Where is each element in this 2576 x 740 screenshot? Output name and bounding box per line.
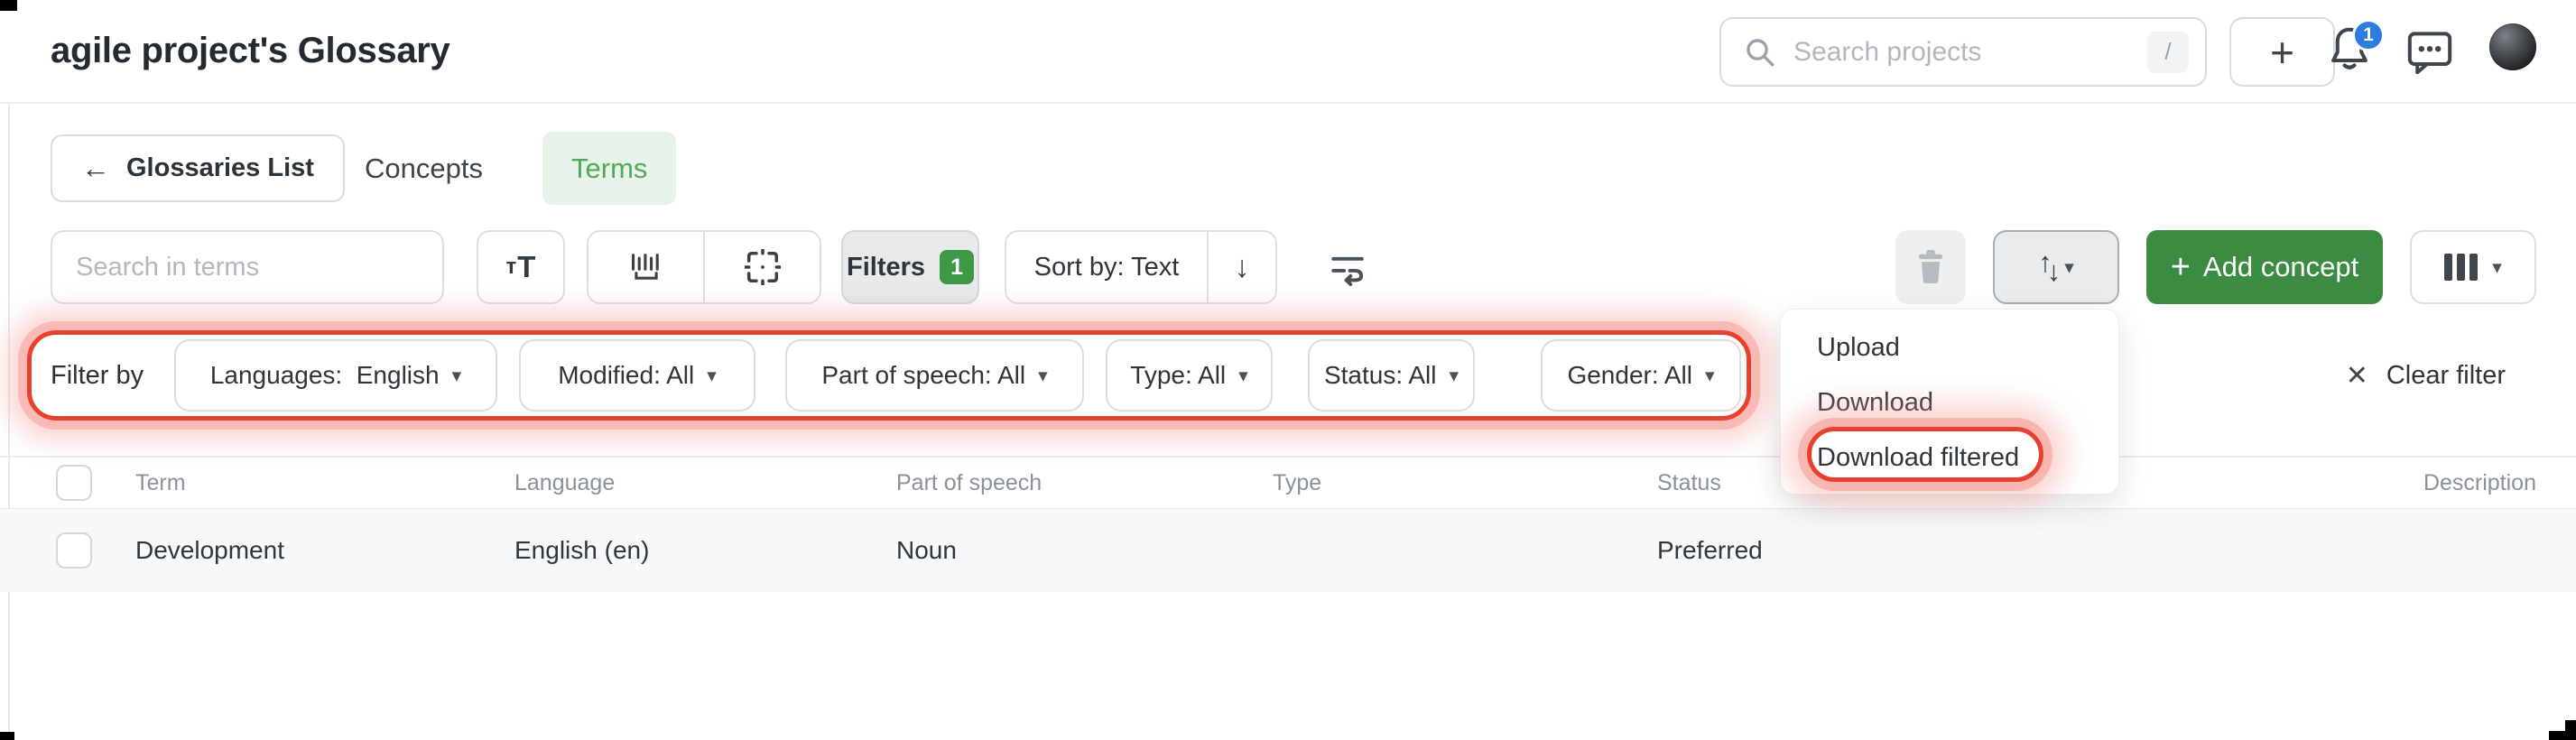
filter-type-value: Type: All xyxy=(1130,361,1227,389)
columns-visibility-button[interactable]: ▾ xyxy=(2410,230,2536,304)
table-row[interactable]: Development English (en) Noun Preferred xyxy=(0,509,2576,592)
notifications-button[interactable]: 1 xyxy=(2327,19,2385,82)
sort-by-button[interactable]: Sort by: Text xyxy=(1006,232,1207,302)
tab-concepts[interactable]: Concepts xyxy=(365,134,483,202)
top-header: agile project's Glossary / + 1 xyxy=(0,0,2576,104)
search-projects-input[interactable] xyxy=(1793,36,2147,68)
page-left-border xyxy=(8,51,10,733)
column-header-language: Language xyxy=(514,469,616,495)
match-case-icon: т xyxy=(505,254,517,279)
plus-icon: + xyxy=(2170,247,2191,286)
filter-part-of-speech-value: Part of speech: All xyxy=(821,361,1026,389)
filter-part-of-speech-dropdown[interactable]: Part of speech: All ▾ xyxy=(785,339,1084,412)
cell-part-of-speech: Noun xyxy=(896,536,957,564)
sort-button-group: Sort by: Text ↓ xyxy=(1005,230,1277,304)
glossaries-list-back-button[interactable]: ← Glossaries List xyxy=(51,134,345,202)
select-all-checkbox[interactable] xyxy=(56,465,92,501)
up-down-arrows-icon: ↑ ↓ xyxy=(2038,246,2061,287)
chevron-down-icon: ▾ xyxy=(1704,365,1715,386)
chevron-down-icon: ▾ xyxy=(2492,256,2502,278)
screenshot-corner-mark xyxy=(0,0,17,11)
upload-download-menu: Upload Download Download filtered xyxy=(1780,309,2119,495)
page-title: agile project's Glossary xyxy=(51,31,450,70)
close-icon: ✕ xyxy=(2345,360,2368,391)
row-checkbox[interactable] xyxy=(56,532,92,569)
add-concept-label: Add concept xyxy=(2202,251,2359,282)
glossary-terms-page: agile project's Glossary / + 1 xyxy=(0,0,2576,740)
match-whole-words-button[interactable] xyxy=(588,232,703,302)
filter-languages-value: Languages: English xyxy=(209,361,440,389)
wrap-text-button[interactable] xyxy=(1311,230,1385,304)
search-mode-button-group xyxy=(587,230,821,304)
columns-icon xyxy=(2444,254,2479,281)
column-header-part-of-speech: Part of speech xyxy=(896,469,1042,495)
feedback-chat-button[interactable] xyxy=(2406,30,2453,75)
user-avatar[interactable] xyxy=(2489,23,2536,70)
search-projects-box[interactable]: / xyxy=(1719,17,2207,87)
notifications-badge: 1 xyxy=(2352,19,2385,51)
menu-item-download[interactable]: Download xyxy=(1781,375,2118,430)
back-arrow-icon: ← xyxy=(81,152,110,184)
sort-arrow-down-icon: ↓ xyxy=(1234,249,1250,284)
wrap-text-icon xyxy=(1331,256,1364,286)
search-in-terms-box[interactable] xyxy=(51,230,444,304)
filters-button-label: Filters xyxy=(846,252,926,282)
filter-modified-value: Modified: All xyxy=(558,361,695,389)
frame-select-icon xyxy=(744,249,781,285)
filters-button[interactable]: Filters 1 xyxy=(841,230,979,304)
trash-icon xyxy=(1918,250,1943,283)
chevron-down-icon: ▾ xyxy=(1238,365,1248,386)
add-concept-button[interactable]: + Add concept xyxy=(2146,230,2383,304)
plus-icon: + xyxy=(2270,28,2294,76)
chevron-down-icon: ▾ xyxy=(1449,365,1459,386)
sort-direction-button[interactable]: ↓ xyxy=(1207,232,1275,302)
delete-button[interactable] xyxy=(1895,230,1966,304)
barcode-icon xyxy=(631,254,659,280)
clear-filter-button[interactable]: ✕ Clear filter xyxy=(2346,339,2506,412)
column-header-term: Term xyxy=(135,469,186,495)
screenshot-corner-mark xyxy=(0,732,14,740)
column-header-description: Description xyxy=(2423,469,2536,495)
menu-item-upload[interactable]: Upload xyxy=(1781,320,2118,375)
column-header-type: Type xyxy=(1273,469,1322,495)
filter-gender-value: Gender: All xyxy=(1567,361,1692,389)
filters-count-badge: 1 xyxy=(940,250,975,284)
chevron-down-icon: ▾ xyxy=(707,365,717,386)
cell-language: English (en) xyxy=(514,536,650,564)
filter-gender-dropdown[interactable]: Gender: All ▾ xyxy=(1541,339,1741,412)
menu-item-download-filtered[interactable]: Download filtered xyxy=(1781,430,2118,486)
chevron-down-icon: ▾ xyxy=(451,365,462,386)
search-in-terms-input[interactable] xyxy=(76,252,419,282)
chevron-down-icon: ▾ xyxy=(1038,365,1048,386)
select-frame-button[interactable] xyxy=(703,232,820,302)
filter-status-dropdown[interactable]: Status: All ▾ xyxy=(1308,339,1475,412)
slash-shortcut-hint: / xyxy=(2147,31,2189,73)
filter-by-label: Filter by xyxy=(51,360,144,390)
search-icon xyxy=(1743,35,1777,69)
filter-modified-dropdown[interactable]: Modified: All ▾ xyxy=(519,339,755,412)
screenshot-corner-mark xyxy=(2565,720,2576,740)
filter-languages-dropdown[interactable]: Languages: English ▾ xyxy=(174,339,497,412)
chat-icon xyxy=(2407,32,2452,75)
back-button-label: Glossaries List xyxy=(126,153,314,182)
tab-terms[interactable]: Terms xyxy=(542,132,677,205)
cell-term: Development xyxy=(135,536,284,564)
filter-status-value: Status: All xyxy=(1323,361,1437,389)
match-case-button[interactable]: т T xyxy=(477,230,565,304)
new-project-button[interactable]: + xyxy=(2229,17,2335,87)
terms-table-header: Term Language Part of speech Type Status… xyxy=(0,456,2576,509)
clear-filter-label: Clear filter xyxy=(2386,360,2506,390)
upload-download-menu-button[interactable]: ↑ ↓ ▾ xyxy=(1993,230,2119,304)
filter-type-dropdown[interactable]: Type: All ▾ xyxy=(1106,339,1273,412)
cell-status: Preferred xyxy=(1657,536,1763,564)
chevron-down-icon: ▾ xyxy=(2064,256,2074,278)
